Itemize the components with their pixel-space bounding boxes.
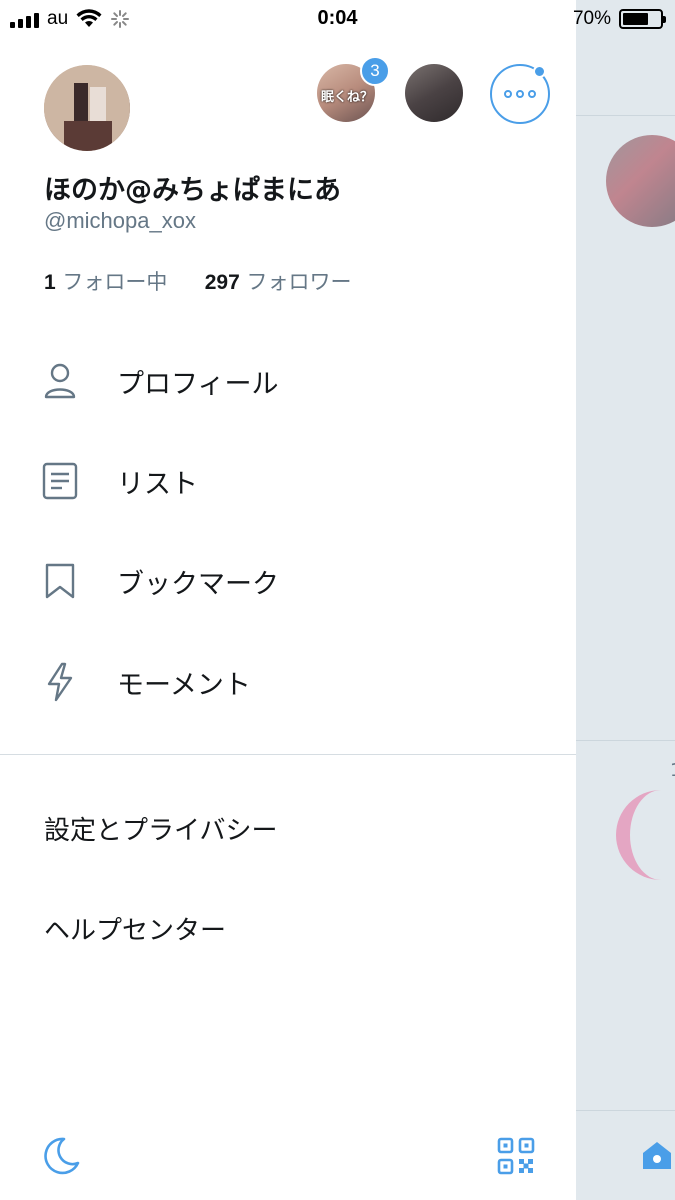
notification-badge: 3	[360, 56, 390, 86]
avatar-photo	[44, 65, 130, 151]
settings-privacy-link[interactable]: 設定とプライバシー	[44, 810, 277, 847]
new-indicator-dot	[533, 65, 546, 78]
ellipsis-dot	[504, 90, 512, 98]
timeline-moon-image	[616, 790, 675, 880]
help-center-link[interactable]: ヘルプセンター	[44, 910, 226, 947]
timeline-divider	[576, 115, 675, 116]
menu-item-lists[interactable]: リスト	[0, 441, 576, 521]
profile-name[interactable]: ほのか@みちょぱまにあ	[44, 168, 341, 207]
followers-count: 297	[204, 271, 240, 294]
profile-avatar[interactable]	[44, 65, 130, 151]
person-icon	[40, 361, 80, 401]
lightning-icon	[40, 662, 80, 702]
background-timeline[interactable]: 1	[576, 0, 675, 1200]
menu-label: リスト	[117, 468, 198, 500]
home-tab-icon[interactable]	[640, 1138, 674, 1172]
tabbar-divider	[576, 1110, 675, 1111]
qr-code-icon[interactable]	[497, 1137, 535, 1175]
secondary-account-avatar-2[interactable]	[405, 64, 463, 122]
list-icon	[40, 461, 80, 501]
following-label: フォロー中	[62, 270, 168, 294]
battery-percent: 70%	[572, 8, 611, 29]
timeline-divider	[576, 740, 675, 741]
follow-stats: 1 フォロー中 297 フォロワー	[44, 266, 351, 296]
followers-label: フォロワー	[246, 270, 352, 294]
timeline-avatar	[606, 135, 675, 227]
menu-item-moments[interactable]: モーメント	[0, 642, 576, 722]
night-mode-icon[interactable]	[40, 1135, 82, 1177]
ellipsis-dot	[528, 90, 536, 98]
status-bar: au 0:04 70%	[0, 0, 675, 40]
menu-item-profile[interactable]: プロフィール	[0, 341, 576, 421]
menu-divider	[0, 754, 576, 755]
following-count: 1	[44, 271, 56, 294]
profile-handle[interactable]: @michopa_xox	[44, 208, 196, 234]
battery-level	[623, 13, 649, 25]
battery-icon	[619, 9, 666, 29]
timeline-partial-text: 1	[670, 760, 675, 781]
status-right: 70%	[572, 8, 666, 30]
menu-label: ブックマーク	[117, 568, 279, 600]
side-drawer: 眠くね？ 3 ほのか@みちょぱまにあ @michopa_xox 1 フォロー中 …	[0, 0, 576, 1200]
ellipsis-dot	[516, 90, 524, 98]
following-link[interactable]: 1 フォロー中	[44, 270, 174, 294]
followers-link[interactable]: 297 フォロワー	[205, 270, 352, 294]
menu-label: プロフィール	[117, 368, 279, 400]
menu-item-bookmarks[interactable]: ブックマーク	[0, 541, 576, 621]
menu-label: モーメント	[117, 669, 251, 701]
bookmark-icon	[40, 561, 80, 601]
account-overlay-text: 眠くね？	[321, 90, 374, 105]
